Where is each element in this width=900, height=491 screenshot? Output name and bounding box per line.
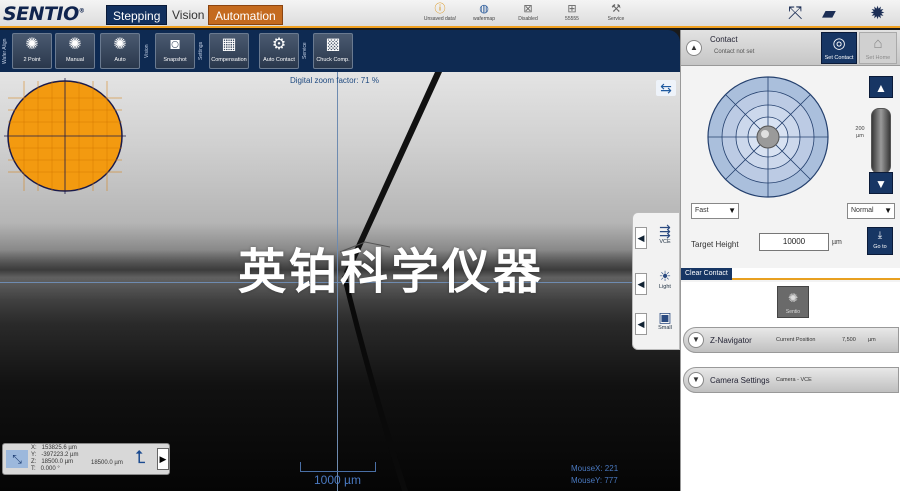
z-slider[interactable] xyxy=(871,108,891,174)
tab-vision[interactable]: Vision xyxy=(166,5,210,25)
position-readout: ⤡ X: 153825.6 µm Y: -397223.2 µm Z: 1850… xyxy=(2,443,170,475)
camera-icon: ◙ xyxy=(170,36,180,53)
folder-icon[interactable]: ▰ xyxy=(822,3,836,24)
current-position-label: Current Position xyxy=(776,337,816,343)
target-height-unit: µm xyxy=(832,239,842,246)
two-point-button[interactable]: ✺ 2 Point xyxy=(12,33,52,69)
small-expand-button[interactable]: ◀ xyxy=(635,313,647,335)
sentio-logo: SENTIO® xyxy=(3,3,85,25)
camera-settings-title: Camera Settings xyxy=(710,376,770,385)
set-contact-button[interactable]: ◎ Set Contact xyxy=(821,32,857,64)
goto-icon: ⤓ xyxy=(877,230,883,241)
clear-contact-bar: Clear Contact xyxy=(681,268,900,280)
z-navigator-section[interactable]: ▼ Z-Navigator Current Position 7,500 µm xyxy=(683,327,899,353)
auto-contact-icon: ⚙ xyxy=(271,36,287,53)
expand-down-button[interactable]: ▼ xyxy=(688,332,704,348)
current-position-unit: µm xyxy=(868,337,876,343)
contact-header: ▲ Contact Contact not set ◎ Set Contact ⌂… xyxy=(681,30,900,66)
dropdown-arrow-icon: ▼ xyxy=(884,206,892,215)
vce-tool[interactable]: ⇶ VCE xyxy=(651,223,679,245)
swirl-icon: ✺ xyxy=(113,36,127,53)
swirl-icon: ✺ xyxy=(68,36,82,53)
small-tool[interactable]: ▣ Small xyxy=(651,309,679,331)
auto-contact-button[interactable]: ⚙ Auto Contact xyxy=(259,33,299,69)
contact-subtitle: Contact not set xyxy=(714,49,755,55)
top-bar: SENTIO® Stepping Vision Automation ⓘ Unsa… xyxy=(0,0,900,28)
manual-button[interactable]: ✺ Manual xyxy=(55,33,95,69)
group-label-wafer-align: Wafer Align xyxy=(2,38,8,64)
lower-panel: ✺ Sentio ▼ Z-Navigator Current Position 7… xyxy=(681,282,900,491)
gear-icon[interactable]: ✹ xyxy=(870,3,885,24)
z-range-label: 200 µm xyxy=(855,126,865,139)
auto-button[interactable]: ✺ Auto xyxy=(100,33,140,69)
mode-select[interactable]: Normal ▼ xyxy=(847,203,895,219)
grid-icon: ▦ xyxy=(221,36,237,53)
contact-panel: ▲ Contact Contact not set ◎ Set Contact ⌂… xyxy=(680,30,900,491)
tools-toggle-icon[interactable]: ⇆ xyxy=(656,80,676,96)
snapshot-button[interactable]: ◙ Snapshot xyxy=(155,33,195,69)
coordinate-extra: 18500.0 µm xyxy=(91,460,123,466)
light-tool[interactable]: ☀ Light xyxy=(651,268,679,290)
vce-icon: ⇶ xyxy=(659,223,671,239)
speed-select[interactable]: Fast ▼ xyxy=(691,203,739,219)
clear-contact-button[interactable]: Clear Contact xyxy=(681,268,732,280)
dot-grid-icon: ▩ xyxy=(325,36,341,53)
service-status[interactable]: ⚒ Service xyxy=(594,2,638,22)
expand-down-button[interactable]: ▼ xyxy=(688,372,704,388)
disabled-status[interactable]: ⊠ Disabled xyxy=(506,2,550,22)
group-label-vision: Vision xyxy=(144,44,150,58)
tab-stepping[interactable]: Stepping xyxy=(106,5,168,25)
group-label-settings: Settings xyxy=(198,41,204,61)
scale-label: 1000 µm xyxy=(314,473,361,487)
z-down-button[interactable]: ▼ xyxy=(869,172,893,194)
globe-icon: ◍ xyxy=(479,3,489,15)
home-icon: ⌂ xyxy=(873,35,883,52)
current-position-value: 7,500 xyxy=(842,337,856,343)
view-side-tools: ◀ ⇶ VCE ◀ ☀ Light ◀ ▣ Small xyxy=(632,212,680,350)
camera-settings-section[interactable]: ▼ Camera Settings Camera - VCE xyxy=(683,367,899,393)
target-icon: ◎ xyxy=(832,35,846,52)
swirl-icon: ✺ xyxy=(787,291,799,305)
target-height-label: Target Height xyxy=(691,240,739,249)
scale-bar xyxy=(300,462,376,472)
contact-title: Contact xyxy=(710,35,738,44)
disabled-icon: ⊠ xyxy=(523,3,533,15)
chuck-comp-button[interactable]: ▩ Chuck Comp. xyxy=(313,33,353,69)
compensation-button[interactable]: ▦ Compensation xyxy=(209,33,249,69)
expand-arrow-button[interactable]: ▶ xyxy=(157,448,169,470)
service-icon: ⚒ xyxy=(611,3,621,15)
set-home-button[interactable]: ⌂ Set Home xyxy=(859,32,897,64)
axis-z-icon[interactable]: ⮤ xyxy=(135,447,146,468)
camera-view[interactable]: Digital zoom factor: 71 % ⇆ 英铂科学仪器 1000 … xyxy=(0,72,680,491)
id-status[interactable]: ⊞ 55555 xyxy=(550,2,594,22)
z-up-button[interactable]: ▲ xyxy=(869,76,893,98)
swirl-icon: ✺ xyxy=(25,36,39,53)
network-icon: ⊞ xyxy=(567,3,577,15)
tab-automation[interactable]: Automation xyxy=(208,5,283,25)
watermark-text: 英铂科学仪器 xyxy=(238,244,545,300)
vce-expand-button[interactable]: ◀ xyxy=(635,227,647,249)
coordinate-lines: X: 153825.6 µm Y: -397223.2 µm Z: 18500.… xyxy=(31,445,79,472)
dropdown-arrow-icon: ▼ xyxy=(728,206,736,215)
target-height-input[interactable]: 10000 xyxy=(759,233,829,251)
wafermap-status[interactable]: ◍ wafermap xyxy=(462,2,506,22)
camera-name-label: Camera - VCE xyxy=(776,377,812,383)
lightbulb-icon: ☀ xyxy=(658,268,672,284)
z-navigator-title: Z-Navigator xyxy=(710,336,752,345)
warning-icon: ⓘ xyxy=(434,3,446,15)
sentio-small-button[interactable]: ✺ Sentio xyxy=(777,286,809,318)
light-expand-button[interactable]: ◀ xyxy=(635,273,647,295)
wafer-map[interactable] xyxy=(4,78,126,194)
window-icon: ▣ xyxy=(658,309,672,325)
mouse-y-readout: MouseY: 777 xyxy=(571,476,618,485)
mouse-x-readout: MouseX: 221 xyxy=(571,464,619,473)
collapse-up-button[interactable]: ▲ xyxy=(686,40,702,56)
unsaved-status[interactable]: ⓘ Unsaved data! xyxy=(418,2,462,22)
remote-icon[interactable]: ⤧ xyxy=(788,3,802,24)
zoom-factor-label: Digital zoom factor: 71 % xyxy=(290,76,379,85)
move-icon[interactable]: ⤡ xyxy=(6,450,28,468)
group-label-service: Service xyxy=(302,42,308,60)
goto-button[interactable]: ⤓ Go to xyxy=(867,227,893,255)
move-joystick[interactable] xyxy=(703,72,833,202)
